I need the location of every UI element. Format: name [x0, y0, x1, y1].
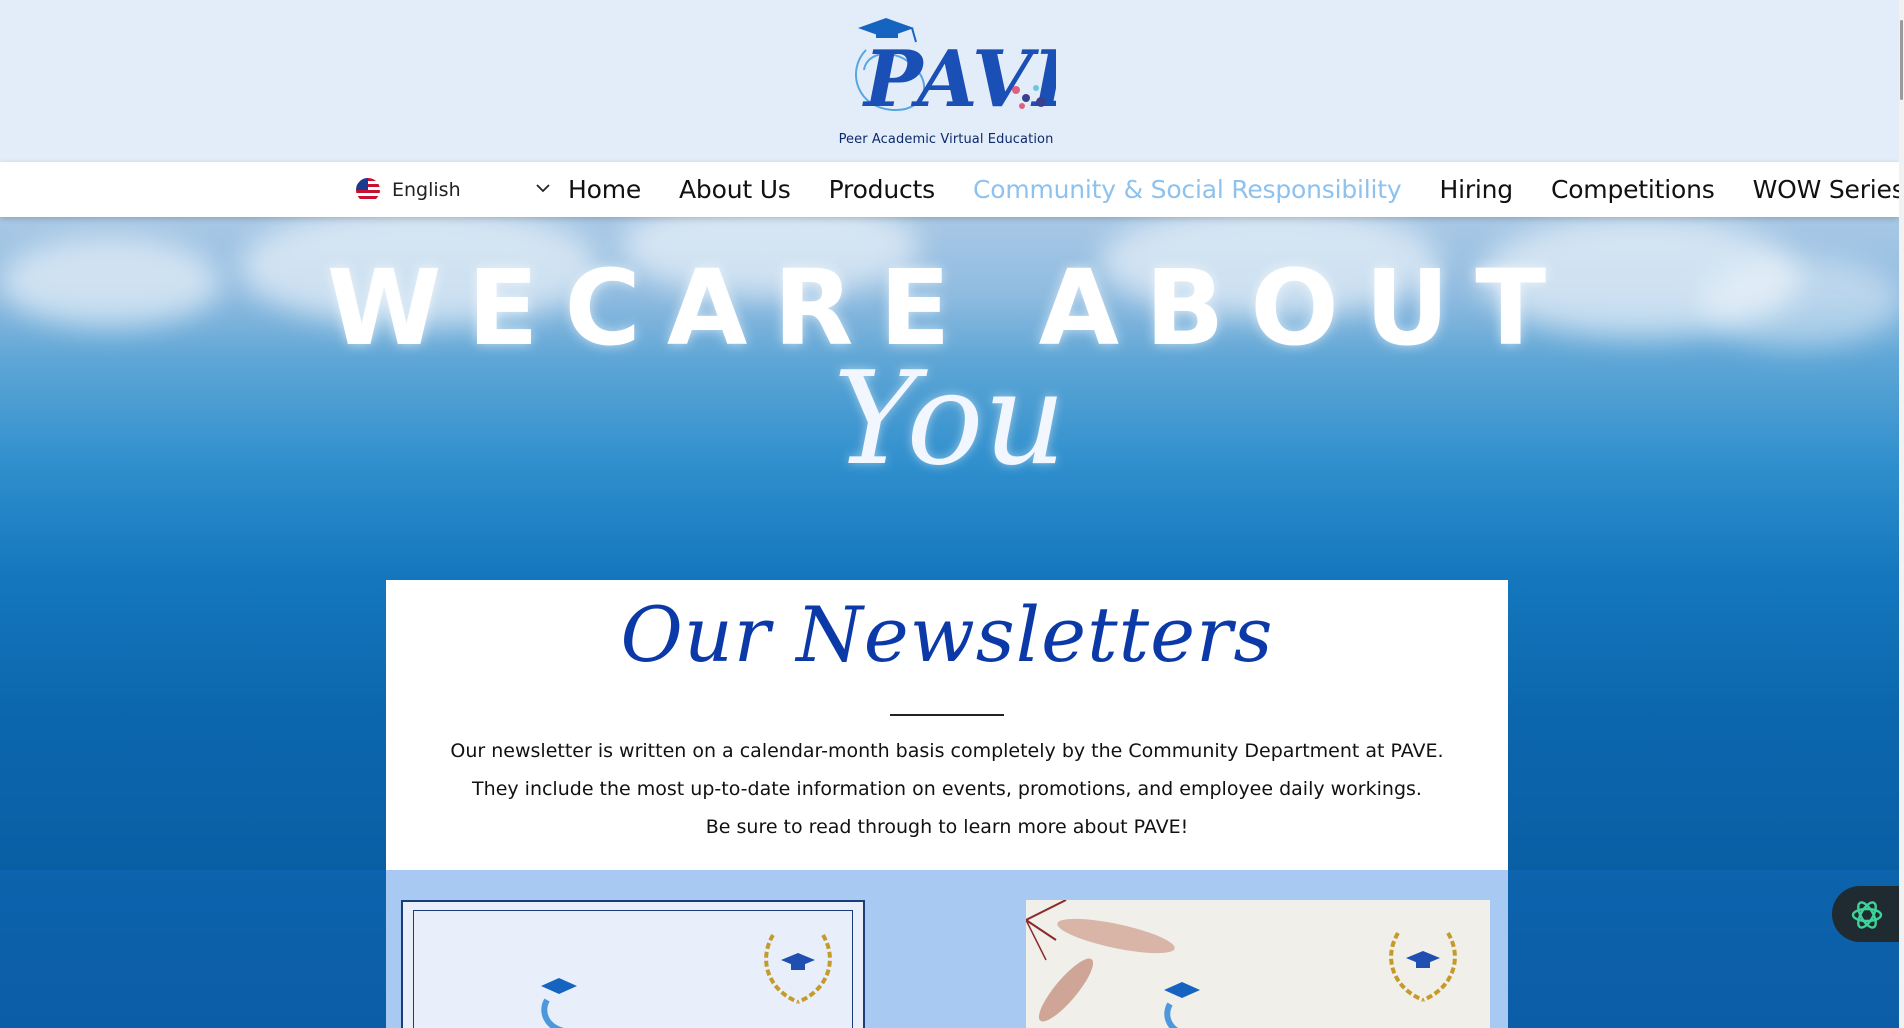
newsletter-card: Our Newsletters Our newsletter is writte…	[386, 580, 1508, 870]
page-scrollbar[interactable]	[1899, 0, 1904, 1028]
newsletter-line: Be sure to read through to learn more ab…	[705, 816, 1189, 838]
newsletter-description: Our newsletter is written on a calendar-…	[386, 732, 1508, 846]
chatgpt-icon	[1851, 901, 1883, 929]
laurel-cap-icon	[1389, 931, 1457, 1002]
language-label: English	[392, 179, 461, 201]
newsletter-thumbnail[interactable]	[401, 900, 865, 1028]
pave-mini-logo	[1164, 982, 1200, 1028]
nav-item-home[interactable]: Home	[568, 175, 641, 204]
newsletter-gallery	[386, 870, 1508, 1028]
language-selector[interactable]: English	[356, 175, 556, 205]
nav-item-about-us[interactable]: About Us	[679, 175, 791, 204]
laurel-cap-icon	[764, 933, 832, 1004]
logo-subtitle: Peer Academic Virtual Education	[838, 132, 1054, 147]
nav-item-competitions[interactable]: Competitions	[1551, 175, 1715, 204]
newsletter-line: Our newsletter is written on a calendar-…	[450, 740, 1444, 762]
nav-menu: Home About Us Products Community & Socia…	[568, 162, 1904, 217]
scroll-thumb[interactable]	[1900, 20, 1903, 100]
chat-widget-button[interactable]	[1832, 886, 1904, 942]
newsletter-thumbnail[interactable]	[1026, 900, 1490, 1028]
chevron-down-icon	[536, 184, 550, 193]
top-banner: PAVE Peer Academic Virtual Education	[0, 0, 1899, 162]
hero-script: You	[833, 345, 1066, 494]
newsletter-line: They include the most up-to-date informa…	[472, 778, 1422, 800]
nav-item-wow-series[interactable]: WOW Series	[1753, 175, 1904, 204]
nav-item-hiring[interactable]: Hiring	[1439, 175, 1513, 204]
us-flag-icon	[356, 178, 380, 202]
nav-item-products[interactable]: Products	[829, 175, 936, 204]
pave-mini-logo	[541, 978, 577, 1028]
divider	[890, 714, 1004, 716]
newsletter-heading: Our Newsletters	[620, 590, 1274, 679]
main-nav: English Home About Us Products Community…	[0, 162, 1904, 217]
pave-logo-mark: PAVE	[855, 18, 1093, 125]
nav-item-community[interactable]: Community & Social Responsibility	[973, 175, 1402, 204]
pave-logo[interactable]: PAVE Peer Academic Virtual Education	[836, 10, 1093, 155]
svg-text:PAVE: PAVE	[862, 34, 1056, 125]
